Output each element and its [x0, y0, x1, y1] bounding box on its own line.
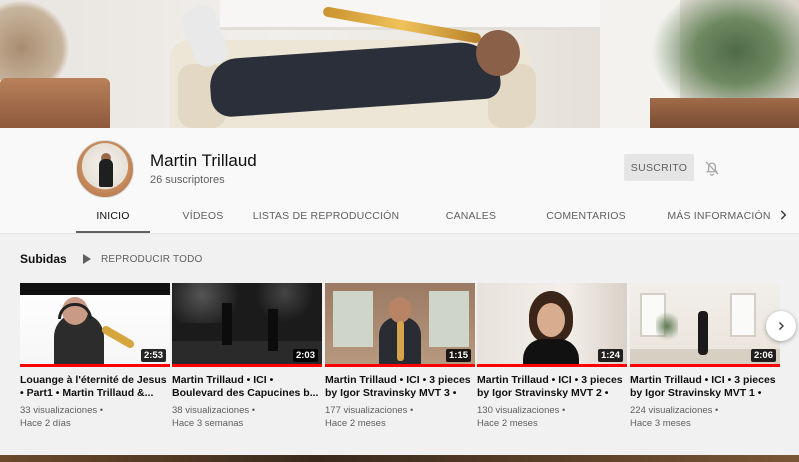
- video-duration: 1:24: [597, 349, 623, 362]
- subscriber-count: 26 suscriptores: [150, 174, 225, 186]
- banner-pot-left: [0, 78, 110, 128]
- tab-inicio[interactable]: INICIO: [76, 198, 150, 233]
- video-thumbnail[interactable]: 2:06: [630, 283, 780, 367]
- thumb-shape: [523, 339, 579, 367]
- watch-progress-bar: [477, 364, 627, 367]
- thumb-shape: [268, 309, 278, 351]
- video-title[interactable]: Martin Trillaud • ICI • Boulevard des Ca…: [172, 374, 322, 400]
- thumb-shape: [429, 291, 469, 347]
- watch-progress-bar: [172, 364, 322, 367]
- video-card[interactable]: 2:53 Louange à l'éternité de Jesus • Par…: [20, 283, 170, 430]
- thumb-shape: [333, 291, 373, 347]
- video-card[interactable]: 2:06 Martin Trillaud • ICI • 3 pieces by…: [630, 283, 780, 430]
- play-icon: [83, 254, 91, 264]
- channel-avatar[interactable]: [76, 140, 134, 198]
- thumb-shape: [20, 283, 170, 295]
- video-thumbnail[interactable]: 2:53: [20, 283, 170, 367]
- tab-about[interactable]: MÁS INFORMACIÓN: [659, 198, 779, 233]
- tab-comments[interactable]: COMENTARIOS: [536, 198, 636, 233]
- thumb-shape: [698, 311, 708, 355]
- video-age: Hace 3 meses: [630, 418, 691, 429]
- video-card[interactable]: 1:15 Martin Trillaud • ICI • 3 pieces by…: [325, 283, 475, 430]
- thumb-shape: [656, 309, 678, 343]
- video-age: Hace 2 meses: [325, 418, 386, 429]
- thumb-shape: [222, 303, 232, 345]
- channel-header: Martin Trillaud 26 suscriptores SUSCRITO…: [0, 128, 799, 233]
- video-views: 130 visualizaciones •: [477, 405, 566, 416]
- tab-playlists[interactable]: LISTAS DE REPRODUCCIÓN: [251, 198, 401, 233]
- thumb-shape: [397, 321, 404, 361]
- video-title[interactable]: Martin Trillaud • ICI • 3 pieces by Igor…: [477, 374, 627, 400]
- video-card[interactable]: 1:24 Martin Trillaud • ICI • 3 pieces by…: [477, 283, 627, 430]
- tab-videos[interactable]: VÍDEOS: [160, 198, 246, 233]
- channel-banner: [0, 0, 799, 128]
- video-duration: 2:06: [750, 349, 776, 362]
- chevron-right-icon[interactable]: [776, 208, 790, 222]
- video-title[interactable]: Louange à l'éternité de Jesus • Part1 • …: [20, 374, 170, 400]
- watch-progress-bar: [325, 364, 475, 367]
- page-bottom-strip: [0, 455, 799, 462]
- watch-progress-bar: [20, 364, 170, 367]
- video-duration: 2:53: [140, 349, 166, 362]
- video-title[interactable]: Martin Trillaud • ICI • 3 pieces by Igor…: [630, 374, 780, 400]
- tab-channels[interactable]: CANALES: [436, 198, 506, 233]
- video-thumbnail[interactable]: 2:03: [172, 283, 322, 367]
- avatar-figure: [99, 159, 113, 187]
- banner-head: [476, 30, 520, 76]
- video-duration: 2:03: [292, 349, 318, 362]
- video-views: 224 visualizaciones •: [630, 405, 719, 416]
- banner-plant-left: [0, 0, 70, 80]
- video-thumbnail[interactable]: 1:24: [477, 283, 627, 367]
- thumb-shape: [389, 297, 411, 323]
- bell-off-icon[interactable]: [703, 159, 721, 177]
- play-all-button[interactable]: REPRODUCIR TODO: [82, 250, 203, 268]
- video-card[interactable]: 2:03 Martin Trillaud • ICI • Boulevard d…: [172, 283, 322, 430]
- uploads-shelf: Subidas REPRODUCIR TODO 2:53 Louange à l…: [0, 233, 799, 455]
- thumb-shape: [730, 293, 756, 337]
- chevron-right-icon: [779, 322, 784, 330]
- video-age: Hace 2 días: [20, 418, 71, 429]
- video-title[interactable]: Martin Trillaud • ICI • 3 pieces by Igor…: [325, 374, 475, 400]
- thumb-shape: [172, 283, 322, 323]
- video-age: Hace 3 semanas: [172, 418, 244, 429]
- watch-progress-bar: [630, 364, 780, 367]
- banner-pot-right: [650, 98, 799, 128]
- video-views: 38 visualizaciones •: [172, 405, 256, 416]
- video-views: 33 visualizaciones •: [20, 405, 104, 416]
- channel-name: Martin Trillaud: [150, 151, 257, 170]
- video-thumbnail[interactable]: 1:15: [325, 283, 475, 367]
- video-views: 177 visualizaciones •: [325, 405, 414, 416]
- video-duration: 1:15: [445, 349, 471, 362]
- subscribe-button[interactable]: SUSCRITO: [624, 154, 694, 181]
- shelf-next-button[interactable]: [766, 311, 796, 341]
- channel-tabs: INICIO VÍDEOS LISTAS DE REPRODUCCIÓN CAN…: [76, 198, 799, 233]
- shelf-title: Subidas: [20, 252, 67, 266]
- thumb-shape: [100, 324, 136, 350]
- video-age: Hace 2 meses: [477, 418, 538, 429]
- play-all-label: REPRODUCIR TODO: [101, 253, 203, 265]
- thumb-shape: [537, 303, 565, 337]
